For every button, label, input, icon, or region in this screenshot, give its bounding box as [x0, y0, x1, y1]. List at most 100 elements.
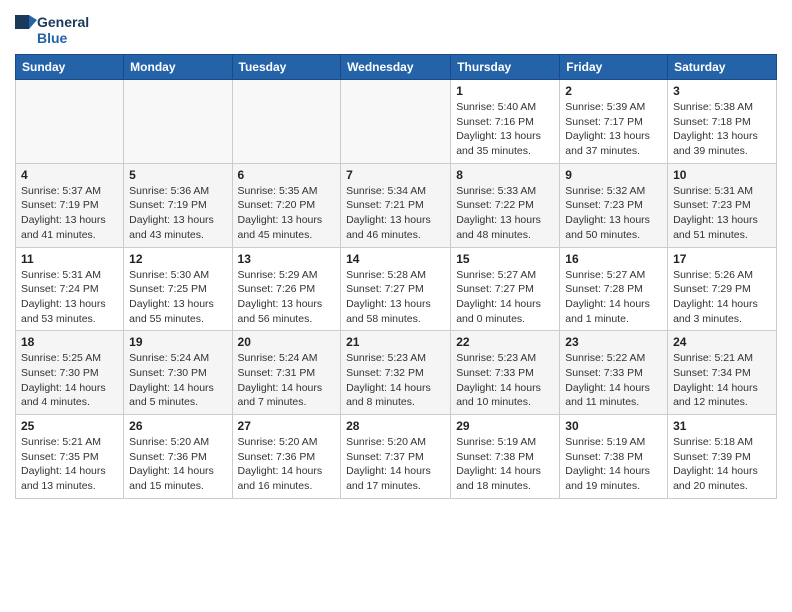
day-info: Sunrise: 5:30 AM [129, 268, 226, 283]
day-info: Daylight: 13 hours [346, 213, 445, 228]
day-info: Sunset: 7:30 PM [129, 366, 226, 381]
day-info: Sunrise: 5:35 AM [238, 184, 336, 199]
day-info: Daylight: 14 hours [346, 464, 445, 479]
day-info: Sunset: 7:21 PM [346, 198, 445, 213]
calendar-week-3: 11 Sunrise: 5:31 AMSunset: 7:24 PM Dayligh… [16, 247, 777, 331]
calendar-week-5: 25Sunrise: 5:21 AMSunset: 7:35 PMDayligh… [16, 415, 777, 499]
weekday-header-sunday: Sunday [16, 55, 124, 80]
day-number: 25 [21, 419, 118, 433]
calendar-cell: 2Sunrise: 5:39 AMSunset: 7:17 PMDaylight… [560, 80, 668, 164]
day-info: Daylight: 13 hours [129, 213, 226, 228]
day-number: 20 [238, 335, 336, 349]
day-info: Sunrise: 5:22 AM [565, 351, 662, 366]
day-info: Sunrise: 5:27 AM [456, 268, 554, 283]
calendar-table: SundayMondayTuesdayWednesdayThursdayFrid… [15, 54, 777, 499]
day-number: 15 [456, 252, 554, 266]
day-info: Sunset: 7:23 PM [673, 198, 771, 213]
day-info: and 45 minutes. [238, 228, 336, 243]
calendar-cell: 7Sunrise: 5:34 AMSunset: 7:21 PMDaylight… [341, 163, 451, 247]
day-info: Sunrise: 5:24 AM [129, 351, 226, 366]
calendar-cell: 25Sunrise: 5:21 AMSunset: 7:35 PMDayligh… [16, 415, 124, 499]
day-info: Sunrise: 5:34 AM [346, 184, 445, 199]
day-number: 29 [456, 419, 554, 433]
calendar-cell [341, 80, 451, 164]
day-info: Sunset: 7:17 PM [565, 115, 662, 130]
day-number: 16 [565, 252, 662, 266]
day-info: Sunrise: 5:40 AM [456, 100, 554, 115]
day-info: Sunset: 7:22 PM [456, 198, 554, 213]
calendar-cell: 9Sunrise: 5:32 AMSunset: 7:23 PMDaylight… [560, 163, 668, 247]
day-number: 4 [21, 168, 118, 182]
day-info: Sunrise: 5:18 AM [673, 435, 771, 450]
day-info: Sunrise: 5:27 AM [565, 268, 662, 283]
day-number: 13 [238, 252, 336, 266]
day-info: Sunrise: 5:20 AM [346, 435, 445, 450]
day-info: and 10 minutes. [456, 395, 554, 410]
day-number: 17 [673, 252, 771, 266]
weekday-header-thursday: Thursday [451, 55, 560, 80]
day-info: and 20 minutes. [673, 479, 771, 494]
day-info: Sunrise: 5:31 AM [21, 268, 118, 283]
day-info: Sunset: 7:36 PM [129, 450, 226, 465]
day-info: Sunset: 7:27 PM [346, 282, 445, 297]
day-info: Daylight: 13 hours [456, 213, 554, 228]
calendar-cell: 14Sunrise: 5:28 AMSunset: 7:27 PMDayligh… [341, 247, 451, 331]
day-number: 11 [21, 252, 118, 266]
calendar-cell: 11Sunrise: 5:31 AMSunset: 7:24 PMDayligh… [16, 247, 124, 331]
day-info: and 43 minutes. [129, 228, 226, 243]
day-info: Sunset: 7:34 PM [673, 366, 771, 381]
day-info: and 5 minutes. [129, 395, 226, 410]
day-info: Sunset: 7:39 PM [673, 450, 771, 465]
day-info: Daylight: 14 hours [456, 297, 554, 312]
day-info: Daylight: 13 hours [238, 297, 336, 312]
calendar-cell: 16Sunrise: 5:27 AMSunset: 7:28 PMDayligh… [560, 247, 668, 331]
day-info: Sunset: 7:19 PM [129, 198, 226, 213]
calendar-cell: 20Sunrise: 5:24 AMSunset: 7:31 PMDayligh… [232, 331, 341, 415]
day-number: 26 [129, 419, 226, 433]
day-info: Sunset: 7:26 PM [238, 282, 336, 297]
calendar-cell [16, 80, 124, 164]
day-number: 10 [673, 168, 771, 182]
calendar-cell: 17Sunrise: 5:26 AMSunset: 7:29 PMDayligh… [668, 247, 777, 331]
calendar-cell: 19Sunrise: 5:24 AMSunset: 7:30 PMDayligh… [124, 331, 232, 415]
day-info: and 8 minutes. [346, 395, 445, 410]
day-number: 6 [238, 168, 336, 182]
day-info: Sunrise: 5:21 AM [673, 351, 771, 366]
page-header: GeneralBlue [15, 10, 777, 48]
day-number: 28 [346, 419, 445, 433]
day-info: Sunset: 7:31 PM [238, 366, 336, 381]
day-info: and 0 minutes. [456, 312, 554, 327]
day-info: Sunrise: 5:29 AM [238, 268, 336, 283]
calendar-week-1: 1Sunrise: 5:40 AMSunset: 7:16 PMDaylight… [16, 80, 777, 164]
day-info: and 50 minutes. [565, 228, 662, 243]
day-number: 19 [129, 335, 226, 349]
day-number: 30 [565, 419, 662, 433]
day-info: Sunrise: 5:23 AM [456, 351, 554, 366]
calendar-cell: 18Sunrise: 5:25 AMSunset: 7:30 PMDayligh… [16, 331, 124, 415]
weekday-header-wednesday: Wednesday [341, 55, 451, 80]
day-info: Sunset: 7:18 PM [673, 115, 771, 130]
calendar-cell: 30Sunrise: 5:19 AMSunset: 7:38 PMDayligh… [560, 415, 668, 499]
weekday-header-tuesday: Tuesday [232, 55, 341, 80]
day-number: 3 [673, 84, 771, 98]
day-info: and 13 minutes. [21, 479, 118, 494]
calendar-cell: 8Sunrise: 5:33 AMSunset: 7:22 PMDaylight… [451, 163, 560, 247]
day-info: Sunset: 7:37 PM [346, 450, 445, 465]
calendar-cell: 24Sunrise: 5:21 AMSunset: 7:34 PMDayligh… [668, 331, 777, 415]
page-container: GeneralBlue SundayMondayTuesdayWednesday… [0, 0, 792, 509]
day-info: Daylight: 14 hours [565, 381, 662, 396]
day-info: Sunset: 7:29 PM [673, 282, 771, 297]
day-info: Daylight: 14 hours [456, 464, 554, 479]
day-info: Daylight: 14 hours [565, 297, 662, 312]
calendar-cell: 15Sunrise: 5:27 AMSunset: 7:27 PMDayligh… [451, 247, 560, 331]
day-info: Sunset: 7:33 PM [456, 366, 554, 381]
day-info: Daylight: 14 hours [673, 381, 771, 396]
day-info: Sunset: 7:24 PM [21, 282, 118, 297]
day-number: 8 [456, 168, 554, 182]
day-info: Sunset: 7:32 PM [346, 366, 445, 381]
day-info: Sunset: 7:38 PM [456, 450, 554, 465]
day-info: Daylight: 14 hours [238, 464, 336, 479]
svg-text:Blue: Blue [37, 30, 68, 46]
day-info: and 55 minutes. [129, 312, 226, 327]
day-info: Sunset: 7:16 PM [456, 115, 554, 130]
